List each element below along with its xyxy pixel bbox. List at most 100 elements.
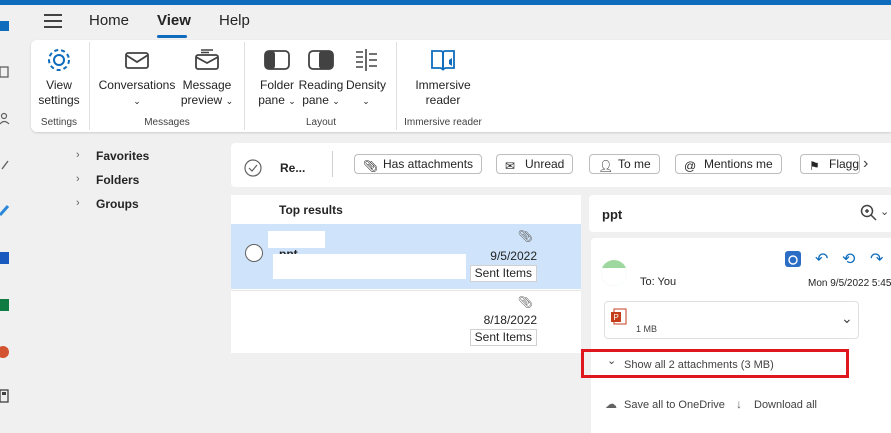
chevron-down-icon[interactable]: ⌄ xyxy=(841,310,853,327)
calendar-addin-icon[interactable] xyxy=(784,250,802,268)
group-immersive-label: Immersive reader xyxy=(404,117,482,128)
filter-bar: Re... 📎︎ Has attachments ✉︎ Unread 👤︎ To me… xyxy=(231,143,891,187)
at-icon: @ xyxy=(684,159,697,173)
message-preview-label: Message preview xyxy=(180,78,232,107)
app-rail xyxy=(0,5,24,433)
filter-mentions-me[interactable]: @ Mentions me xyxy=(675,154,782,174)
people-app-icon[interactable] xyxy=(0,111,10,125)
avatar xyxy=(601,260,627,286)
powerpoint-file-icon: P xyxy=(611,308,627,325)
hamburger-menu-icon[interactable] xyxy=(44,14,62,28)
immersive-reader-button[interactable]: Immersive reader xyxy=(405,46,481,108)
filter-flagged[interactable]: ⚑ Flagg xyxy=(800,154,860,174)
conversations-label: Conversations xyxy=(98,78,176,92)
chevron-down-icon[interactable]: ⌄ xyxy=(880,205,889,218)
save-all-onedrive-button[interactable]: Save all to OneDrive xyxy=(624,399,725,411)
reply-all-icon[interactable]: ⟲ xyxy=(842,249,855,269)
to-line: To: You xyxy=(640,276,677,288)
attachment-size: 1 MB xyxy=(636,324,658,334)
forward-icon[interactable]: ↷ xyxy=(870,249,883,269)
filter-has-attachments[interactable]: 📎︎ Has attachments xyxy=(354,154,483,174)
chip-label: Flagg xyxy=(829,157,860,171)
gear-icon xyxy=(48,49,70,71)
scroll-right-chevron-icon[interactable]: › xyxy=(863,155,868,173)
todo-app-icon[interactable] xyxy=(0,203,10,217)
filter-separator xyxy=(332,151,333,177)
redacted-sender xyxy=(268,231,325,248)
menu-bar: Home View Help xyxy=(24,5,891,38)
chip-label: Mentions me xyxy=(704,157,773,171)
message-date: 8/18/2022 xyxy=(483,313,537,327)
density-icon xyxy=(356,49,377,71)
nav-item-groups[interactable]: Groups xyxy=(96,197,139,211)
attach-app-icon[interactable] xyxy=(0,157,10,171)
nav-item-folders[interactable]: Folders xyxy=(96,173,139,187)
folder-pane-button[interactable]: Folder pane ⌄ xyxy=(253,46,301,109)
flag-icon: ⚑ xyxy=(809,159,820,173)
filter-to-me[interactable]: 👤︎ To me xyxy=(589,154,660,174)
folder-tag: Sent Items xyxy=(469,329,537,346)
redacted-preview xyxy=(273,254,466,279)
message-list: Top results ppt 📎︎ 9/5/2022 Sent Items 📎… xyxy=(231,195,581,353)
word-app-icon[interactable] xyxy=(0,251,10,265)
folder-tag: Sent Items xyxy=(469,265,537,282)
chevron-right-icon[interactable]: › xyxy=(76,173,80,185)
paperclip-icon: 📎︎ xyxy=(363,159,379,173)
view-settings-button[interactable]: View settings xyxy=(35,46,83,108)
view-settings-label: View settings xyxy=(38,78,80,107)
immersive-reader-icon xyxy=(431,50,455,71)
group-layout-label: Layout xyxy=(305,117,337,128)
mail-icon: ✉︎ xyxy=(505,159,516,173)
download-icon: ↓ xyxy=(736,397,742,411)
message-preview-icon xyxy=(195,49,219,70)
cloud-icon: ☁︎ xyxy=(605,397,617,411)
conversations-button[interactable]: Conversations ⌄ xyxy=(97,46,177,109)
paperclip-icon: 📎︎ xyxy=(517,229,533,243)
chevron-down-icon: ⌄ xyxy=(362,96,370,106)
filter-unread[interactable]: ✉︎ Unread xyxy=(496,154,574,174)
reading-pane-button[interactable]: Reading pane ⌄ xyxy=(297,46,345,109)
tab-help[interactable]: Help xyxy=(219,12,250,29)
list-item[interactable]: ppt 📎︎ 9/5/2022 Sent Items xyxy=(231,224,581,289)
reading-pane-header: ppt ⌄ xyxy=(589,195,891,232)
reading-pane-icon xyxy=(308,50,334,70)
tab-home[interactable]: Home xyxy=(89,12,129,29)
ribbon-separator xyxy=(396,42,397,130)
chip-label: To me xyxy=(618,157,651,171)
chevron-right-icon[interactable]: › xyxy=(76,149,80,161)
paperclip-icon: 📎︎ xyxy=(517,295,533,309)
density-button[interactable]: Density ⌄ xyxy=(344,46,388,109)
chevron-down-icon: ⌄ xyxy=(288,96,296,106)
list-header: Top results xyxy=(279,203,343,217)
immersive-reader-label: Immersive reader xyxy=(415,78,471,107)
chip-label: Unread xyxy=(525,157,565,171)
chevron-down-icon: ⌄ xyxy=(332,96,340,106)
message-date: 9/5/2022 xyxy=(490,249,537,263)
excel-app-icon[interactable] xyxy=(0,298,10,312)
message-preview-button[interactable]: Message preview ⌄ xyxy=(179,46,235,109)
attachment-card[interactable]: P 1 MB ⌄ xyxy=(604,301,859,339)
group-settings-label: Settings xyxy=(40,117,78,128)
tab-view[interactable]: View xyxy=(157,12,191,29)
chevron-down-icon: ⌄ xyxy=(225,96,234,106)
mail-app-icon[interactable] xyxy=(0,19,10,33)
nav-item-favorites[interactable]: Favorites xyxy=(96,149,149,163)
select-radio[interactable] xyxy=(245,244,263,262)
calendar-app-icon[interactable] xyxy=(0,65,10,79)
density-label: Density xyxy=(345,78,386,92)
download-all-button[interactable]: Download all xyxy=(754,399,817,411)
person-icon: 👤︎ xyxy=(598,159,614,173)
select-all-checkbox-icon[interactable] xyxy=(244,159,262,177)
ribbon-separator xyxy=(244,42,245,130)
group-messages-label: Messages xyxy=(144,117,190,128)
list-item[interactable]: 📎︎ 8/18/2022 Sent Items xyxy=(231,290,581,353)
highlight-annotation-box xyxy=(581,349,849,378)
conversations-icon xyxy=(125,52,149,69)
powerpoint-app-icon[interactable] xyxy=(0,345,10,359)
ribbon: View settings Settings Conversations ⌄ M… xyxy=(31,40,891,132)
zoom-icon[interactable] xyxy=(860,204,878,222)
more-apps-icon[interactable] xyxy=(0,389,10,403)
chevron-right-icon[interactable]: › xyxy=(76,197,80,209)
reply-icon[interactable]: ↶ xyxy=(815,249,828,269)
folder-pane-icon xyxy=(264,50,290,70)
